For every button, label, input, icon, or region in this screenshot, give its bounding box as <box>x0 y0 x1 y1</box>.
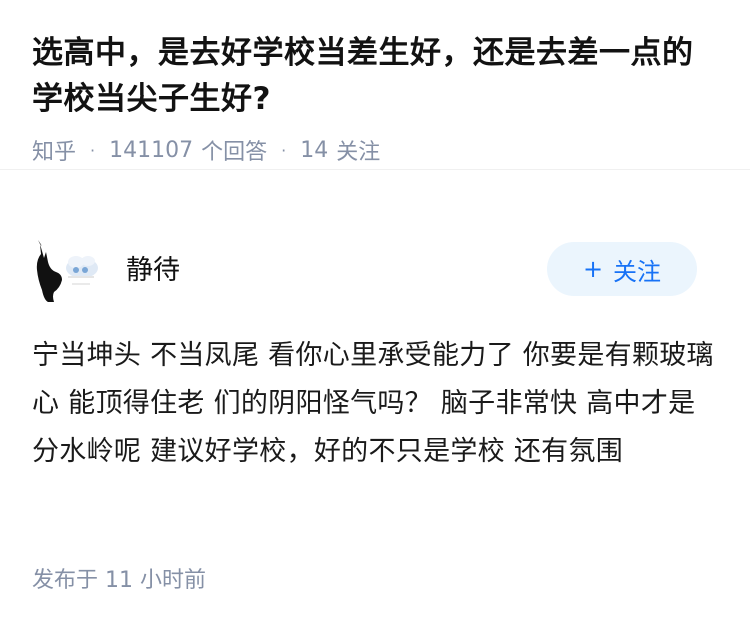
plus-icon: + <box>582 255 604 283</box>
black-cat-avatar-icon[interactable] <box>32 240 104 304</box>
answer-count-label[interactable]: 个回答 <box>201 134 267 166</box>
meta-separator: · <box>90 140 96 160</box>
question-title[interactable]: 选高中，是去好学校当差生好，还是去差一点的学校当尖子生好? <box>32 30 718 122</box>
follow-button-label: 关注 <box>613 257 662 286</box>
publish-time: 发布于 11 小时前 <box>32 568 206 593</box>
question-meta: 知乎 · 141107 个回答 · 14 关注 <box>32 134 718 166</box>
follow-button[interactable]: + 关注 <box>547 242 697 296</box>
author-name[interactable]: 静待 <box>126 248 180 287</box>
follower-count: 14 <box>300 137 329 163</box>
author-row: 静待 + 关注 <box>32 240 718 304</box>
answer-count: 141107 <box>109 137 194 163</box>
source-label[interactable]: 知乎 <box>32 134 76 166</box>
meta-separator: · <box>281 140 287 160</box>
answer-content[interactable]: 宁当坤头 不当凤尾 看你心里承受能力了 你要是有颗玻璃心 能顶得住老 们的阴阳怪… <box>32 332 722 476</box>
question-header: 选高中，是去好学校当差生好，还是去差一点的学校当尖子生好? 知乎 · 14110… <box>0 0 750 170</box>
follower-count-label: 关注 <box>336 140 381 165</box>
